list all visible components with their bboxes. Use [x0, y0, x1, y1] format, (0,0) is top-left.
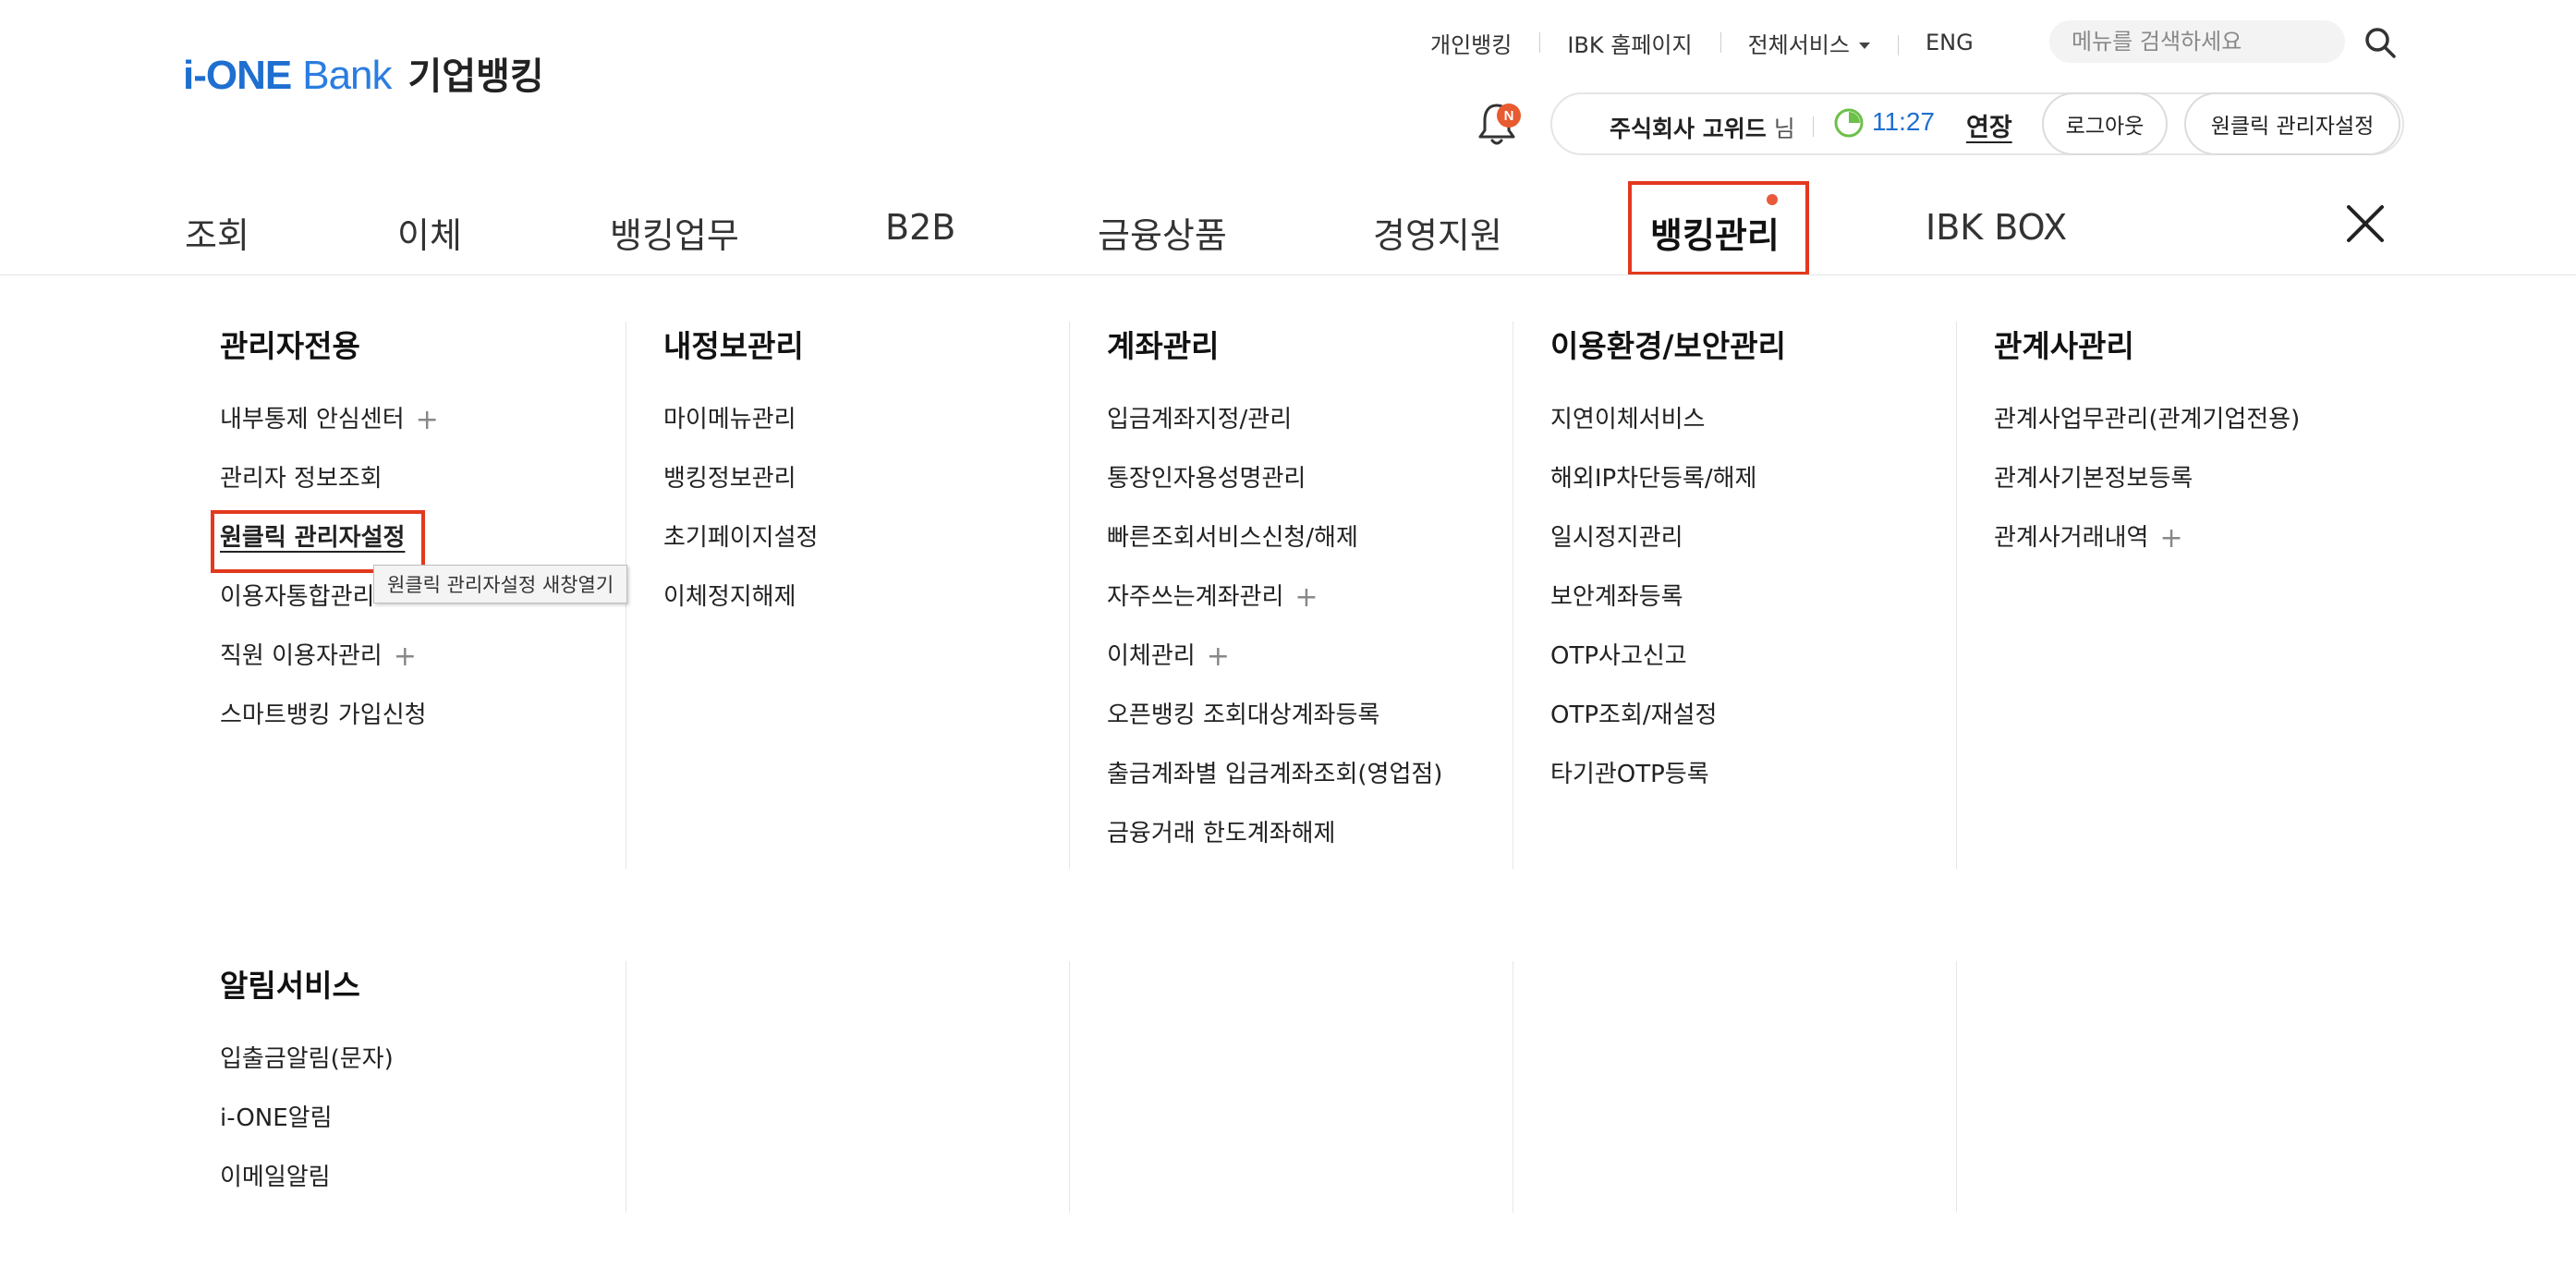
menu-list: 마이메뉴관리 뱅킹정보관리 초기페이지설정 이체정지해제	[663, 403, 1107, 640]
tooltip: 원클릭 관리자설정 새창열기	[373, 565, 628, 604]
focus-highlight-box	[211, 510, 425, 573]
session-divider	[1813, 116, 1814, 137]
tab-business-support[interactable]: 경영지원	[1373, 207, 1502, 258]
menu-column-title: 관계사관리	[1994, 328, 2134, 364]
plus-icon[interactable]: +	[416, 407, 439, 434]
menu-item-other-otp[interactable]: 타기관OTP등록	[1550, 758, 1994, 817]
menu-item-smart-banking[interactable]: 스마트뱅킹 가입신청	[220, 699, 663, 758]
tab-ibk-box[interactable]: IBK BOX	[1926, 207, 2067, 248]
menu-item-banking-info[interactable]: 뱅킹정보관리	[663, 462, 1107, 521]
menu-column-affiliate: 관계사관리 관계사업무관리(관계기업전용) 관계사기본정보등록 관계사거래내역 +	[1994, 322, 2437, 580]
timer-icon	[1834, 108, 1864, 138]
notification-button[interactable]: N	[1475, 100, 1521, 148]
menu-column-my-info: 내정보관리 마이메뉴관리 뱅킹정보관리 초기페이지설정 이체정지해제	[663, 322, 1107, 640]
menu-column-account: 계좌관리 입금계좌지정/관리 통장인자용성명관리 빠른조회서비스신청/해제 자주…	[1107, 322, 1550, 876]
logo-corp-banking: 기업뱅킹	[407, 55, 544, 98]
menu-item-email-alert[interactable]: 이메일알림	[220, 1161, 663, 1220]
extend-session-button[interactable]: 연장	[1966, 107, 2012, 143]
tab-banking-management[interactable]: 뱅킹관리	[1650, 207, 1780, 258]
tab-b2b[interactable]: B2B	[885, 207, 955, 248]
menu-item-frequent-account[interactable]: 자주쓰는계좌관리 +	[1107, 580, 1550, 640]
menu-item-label: 관계사거래내역	[1994, 524, 2149, 552]
tab-inquiry[interactable]: 조회	[185, 207, 249, 258]
menu-item-my-menu[interactable]: 마이메뉴관리	[663, 403, 1107, 462]
menu-item-deposit-account[interactable]: 입금계좌지정/관리	[1107, 403, 1550, 462]
menu-item-label: 자주쓰는계좌관리	[1107, 583, 1284, 611]
close-icon[interactable]	[2343, 201, 2388, 246]
menu-item-foreign-ip-block[interactable]: 해외IP차단등록/해제	[1550, 462, 1994, 521]
menu-item-internal-control[interactable]: 내부통제 안심센터 +	[220, 403, 663, 462]
menu-column-security: 이용환경/보안관리 지연이체서비스 해외IP차단등록/해제 일시정지관리 보안계…	[1550, 322, 1994, 817]
utility-links: 개인뱅킹 IBK 홈페이지 전체서비스 ENG	[1404, 24, 2001, 61]
search-icon[interactable]	[2362, 24, 2399, 61]
all-services-label: 전체서비스	[1747, 31, 1850, 58]
menu-list: 입금계좌지정/관리 통장인자용성명관리 빠른조회서비스신청/해제 자주쓰는계좌관…	[1107, 403, 1550, 876]
menu-item-start-page[interactable]: 초기페이지설정	[663, 521, 1107, 580]
oneclick-admin-setting-button[interactable]: 원클릭 관리자설정	[2184, 92, 2400, 155]
menu-item-secure-account[interactable]: 보안계좌등록	[1550, 580, 1994, 640]
session-timer: 11:27	[1872, 107, 1935, 136]
menu-item-otp-incident[interactable]: OTP사고신고	[1550, 640, 1994, 699]
menu-item-transfer-unblock[interactable]: 이체정지해제	[663, 580, 1107, 640]
menu-column-title: 내정보관리	[663, 328, 804, 364]
menu-item-affiliate-business[interactable]: 관계사업무관리(관계기업전용)	[1994, 403, 2437, 462]
plus-icon[interactable]: +	[2159, 525, 2182, 553]
menu-list: 입출금알림(문자) i-ONE알림 이메일알림	[220, 1042, 663, 1220]
menu-item-open-banking[interactable]: 오픈뱅킹 조회대상계좌등록	[1107, 699, 1550, 758]
notification-badge: N	[1497, 104, 1521, 128]
menu-item-delayed-transfer[interactable]: 지연이체서비스	[1550, 403, 1994, 462]
util-link-ibk-homepage[interactable]: IBK 홈페이지	[1539, 27, 1719, 59]
gnb-divider	[0, 274, 2576, 275]
menu-item-affiliate-info[interactable]: 관계사기본정보등록	[1994, 462, 2437, 521]
menu-list: 지연이체서비스 해외IP차단등록/해제 일시정지관리 보안계좌등록 OTP사고신…	[1550, 403, 1994, 817]
logo-bank: Bank	[302, 53, 392, 98]
menu-item-pause-management[interactable]: 일시정지관리	[1550, 521, 1994, 580]
user-suffix: 님	[1773, 116, 1795, 142]
menu-item-sms-alert[interactable]: 입출금알림(문자)	[220, 1042, 663, 1102]
logo-one: -ONE	[193, 53, 292, 98]
menu-item-label: 이체관리	[1107, 642, 1196, 670]
tab-financial-products[interactable]: 금융상품	[1098, 207, 1227, 258]
plus-icon[interactable]: +	[1294, 584, 1318, 612]
caret-down-icon	[1858, 43, 1870, 49]
menu-column-alert-service: 알림서비스 입출금알림(문자) i-ONE알림 이메일알림	[220, 961, 663, 1220]
user-name: 주식회사 고위드 님	[1610, 111, 1795, 144]
ibk-logo[interactable]: i-ONE Bank 기업뱅킹	[183, 46, 544, 99]
menu-item-label: 직원 이용자관리	[220, 642, 383, 670]
tab-banking-tasks[interactable]: 뱅킹업무	[610, 207, 739, 258]
menu-item-staff-user[interactable]: 직원 이용자관리 +	[220, 640, 663, 699]
menu-column-title: 관리자전용	[220, 328, 360, 364]
menu-list: 관계사업무관리(관계기업전용) 관계사기본정보등록 관계사거래내역 +	[1994, 403, 2437, 580]
menu-item-withdrawal-deposit-inquiry[interactable]: 출금계좌별 입금계좌조회(영업점)	[1107, 758, 1550, 817]
menu-search-input[interactable]	[2049, 20, 2345, 63]
menu-column-title: 이용환경/보안관리	[1550, 328, 1786, 364]
plus-icon[interactable]: +	[394, 643, 417, 671]
menu-item-quick-inquiry[interactable]: 빠른조회서비스신청/해제	[1107, 521, 1550, 580]
main-navigation: 조회 이체 뱅킹업무 B2B 금융상품 경영지원 뱅킹관리 IBK BOX	[0, 181, 2576, 275]
menu-item-limit-release[interactable]: 금융거래 한도계좌해제	[1107, 817, 1550, 876]
menu-column-admin: 관리자전용 내부통제 안심센터 + 관리자 정보조회 원클릭 관리자설정 이용자통…	[211, 322, 663, 758]
company-name: 주식회사 고위드	[1610, 116, 1767, 142]
new-indicator-dot	[1767, 194, 1778, 205]
menu-item-label: 내부통제 안심센터	[220, 406, 405, 433]
menu-item-otp-reset[interactable]: OTP조회/재설정	[1550, 699, 1994, 758]
menu-item-passbook-name[interactable]: 통장인자용성명관리	[1107, 462, 1550, 521]
plus-icon[interactable]: +	[1207, 643, 1230, 671]
column-divider	[1069, 961, 1070, 1213]
logo-brand: i-ONE Bank	[183, 53, 393, 99]
column-divider	[1956, 961, 1957, 1213]
menu-item-ione-alert[interactable]: i-ONE알림	[220, 1102, 663, 1161]
menu-column-title: 계좌관리	[1107, 328, 1220, 364]
tab-transfer[interactable]: 이체	[397, 207, 462, 258]
util-link-english[interactable]: ENG	[1897, 30, 2001, 55]
logo-i: i	[183, 53, 194, 98]
logout-button[interactable]: 로그아웃	[2042, 92, 2168, 155]
menu-item-affiliate-transactions[interactable]: 관계사거래내역 +	[1994, 521, 2437, 580]
menu-column-title: 알림서비스	[220, 968, 360, 1004]
menu-item-transfer-management[interactable]: 이체관리 +	[1107, 640, 1550, 699]
util-link-all-services[interactable]: 전체서비스	[1719, 27, 1898, 59]
util-link-personal-banking[interactable]: 개인뱅킹	[1404, 27, 1539, 59]
